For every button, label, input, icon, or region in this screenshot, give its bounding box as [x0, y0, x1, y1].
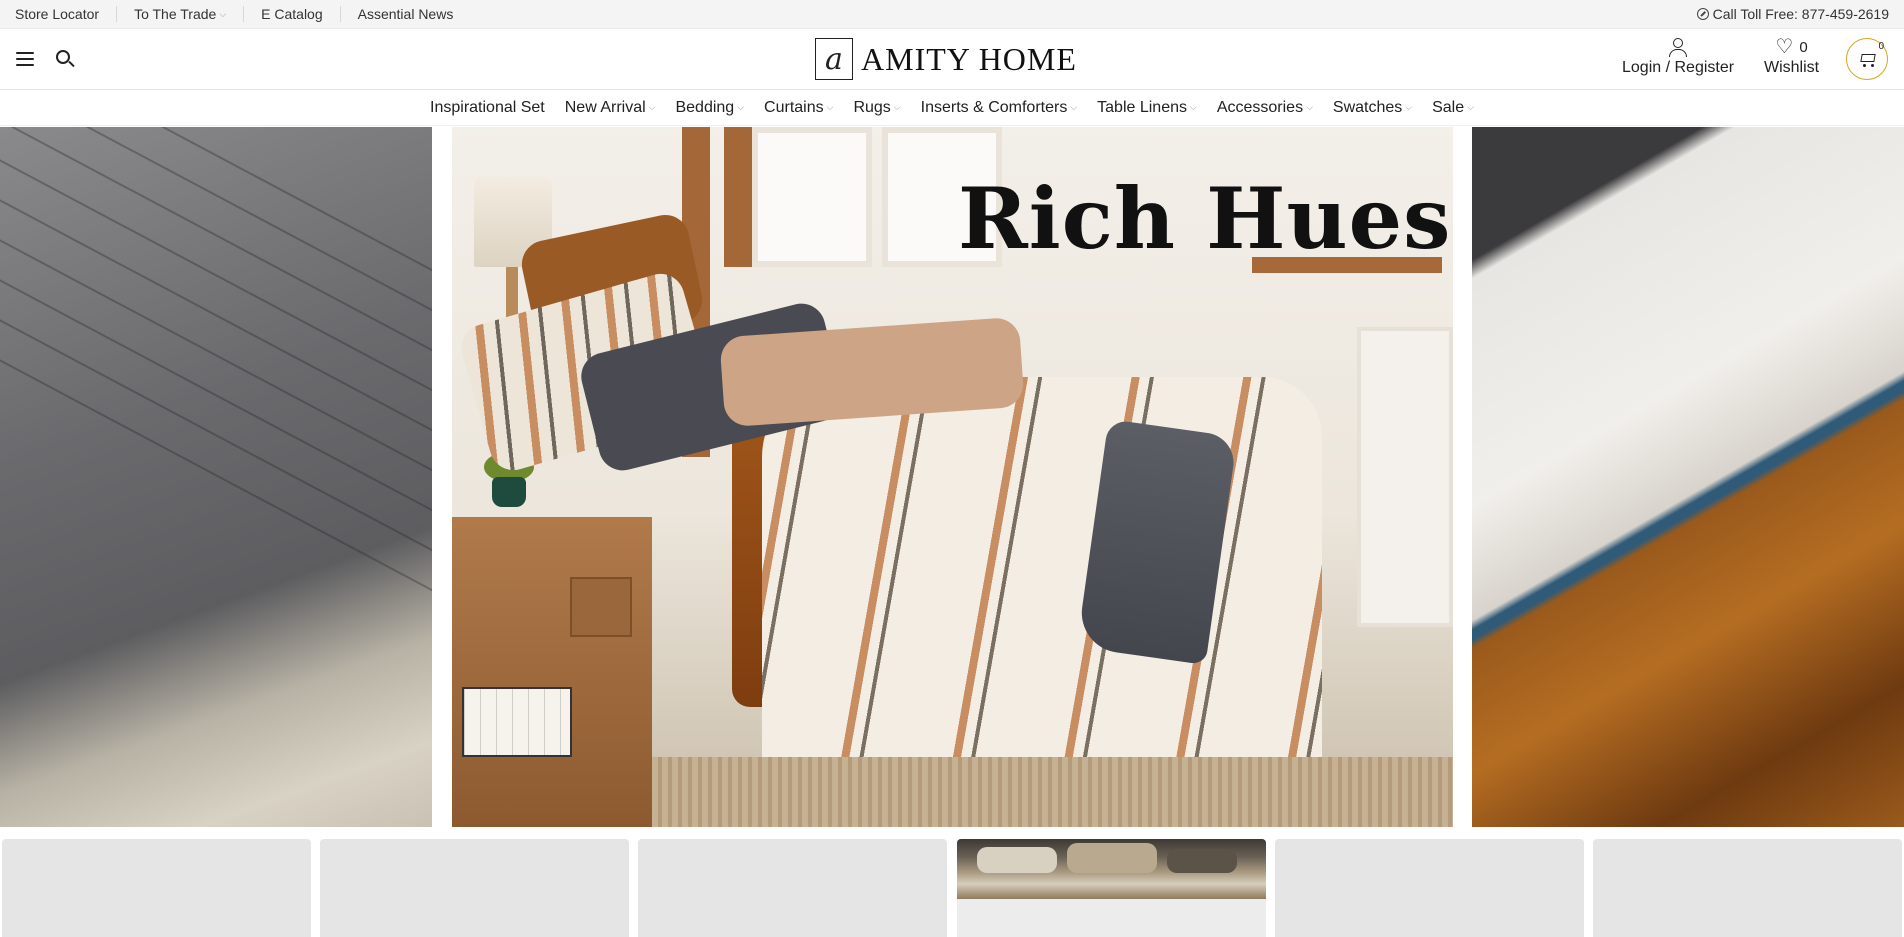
- utility-link-assential-news[interactable]: Assential News: [358, 6, 471, 22]
- utility-link-label: Store Locator: [15, 6, 100, 22]
- logo-mark: a: [815, 38, 853, 80]
- chevron-down-icon: ⌵: [826, 102, 834, 112]
- chevron-down-icon: ⌵: [1190, 102, 1197, 112]
- nav-item-sale[interactable]: Sale ⌵: [1422, 99, 1484, 117]
- nav-item-label: Rugs: [853, 98, 891, 116]
- nightstand: [452, 517, 652, 827]
- area-rug: [652, 757, 1453, 827]
- utility-link-to-the-trade[interactable]: To The Trade ⌵: [134, 6, 245, 22]
- chevron-down-icon: ⌵: [1306, 102, 1313, 112]
- chevron-down-icon: ⌵: [1405, 102, 1413, 112]
- cart-button[interactable]: 0: [1846, 38, 1888, 80]
- category-row: [0, 839, 1904, 937]
- nav-item-accessories[interactable]: Accessories ⌵: [1207, 99, 1323, 117]
- nav-item-label: Bedding: [675, 98, 735, 116]
- utility-link-label: To The Trade: [134, 6, 217, 22]
- chevron-down-icon: ⌵: [893, 102, 901, 112]
- wishlist-link[interactable]: ♡ 0 Wishlist: [1764, 37, 1819, 77]
- logo-text: AMITY HOME: [861, 40, 1077, 77]
- phone-icon: [1696, 8, 1709, 20]
- toll-free-text: Call Toll Free: 877-459-2619: [1712, 6, 1889, 22]
- hero-slide-previous[interactable]: [0, 127, 432, 827]
- bed-post: [724, 127, 752, 267]
- heart-icon: ♡: [1775, 36, 1794, 58]
- hero-headline: Rich Hues: [958, 169, 1452, 268]
- utility-links: Store Locator To The Trade ⌵ E Catalog As…: [15, 6, 487, 22]
- cart-count: 0: [1878, 41, 1884, 52]
- nav-item-inspirational-set[interactable]: Inspirational Set: [420, 99, 555, 117]
- chevron-down-icon: ⌵: [1070, 102, 1078, 112]
- menu-icon[interactable]: [16, 52, 34, 66]
- toll-free-phone[interactable]: Call Toll Free: 877-459-2619: [1696, 6, 1889, 22]
- plant-pot: [492, 477, 526, 507]
- utility-link-label: E Catalog: [261, 6, 323, 22]
- site-header: a AMITY HOME Login / Register ♡ 0 Wishli…: [0, 29, 1904, 90]
- category-card[interactable]: [1593, 839, 1902, 937]
- nav-item-label: New Arrival: [564, 98, 646, 116]
- site-logo[interactable]: a AMITY HOME: [815, 38, 1077, 80]
- utility-link-e-catalog[interactable]: E Catalog: [261, 6, 341, 22]
- nav-item-table-linens[interactable]: Table Linens ⌵: [1087, 99, 1207, 117]
- hero-slide-next[interactable]: [1472, 127, 1904, 827]
- nav-item-label: Accessories: [1216, 98, 1304, 116]
- wire-basket: [462, 687, 572, 757]
- chevron-down-icon: ⌵: [648, 102, 656, 112]
- fireplace: [1357, 327, 1453, 627]
- nav-item-label: Curtains: [764, 98, 824, 116]
- nav-item-label: Table Linens: [1097, 98, 1187, 116]
- account-login-register[interactable]: Login / Register: [1622, 37, 1734, 77]
- nightstand-drawer: [570, 577, 632, 637]
- account-label: Login / Register: [1622, 59, 1735, 76]
- nav-item-label: Inserts & Comforters: [920, 98, 1068, 116]
- window: [752, 127, 872, 267]
- category-card[interactable]: [1275, 839, 1584, 937]
- nav-item-curtains[interactable]: Curtains ⌵: [754, 99, 843, 117]
- user-icon: [1669, 37, 1688, 57]
- nav-item-label: Inspirational Set: [430, 98, 545, 116]
- category-card-image: [957, 839, 1266, 899]
- nav-item-new-arrival[interactable]: New Arrival ⌵: [555, 99, 666, 117]
- nav-item-label: Swatches: [1332, 98, 1403, 116]
- striped-duvet: [762, 377, 1322, 797]
- utility-bar: Store Locator To The Trade ⌵ E Catalog As…: [0, 0, 1904, 29]
- nav-item-rugs[interactable]: Rugs ⌵: [843, 99, 910, 117]
- nav-item-bedding[interactable]: Bedding ⌵: [665, 99, 754, 117]
- chevron-down-icon: ⌵: [219, 9, 227, 19]
- wishlist-label: Wishlist: [1764, 59, 1820, 76]
- chevron-down-icon: ⌵: [737, 102, 745, 112]
- nav-item-inserts-comforters[interactable]: Inserts & Comforters ⌵: [911, 99, 1088, 117]
- cart-icon: [1858, 52, 1876, 67]
- hero-carousel[interactable]: Rich Hues: [0, 127, 1904, 827]
- wishlist-count: 0: [1799, 38, 1808, 56]
- utility-link-label: Assential News: [357, 6, 454, 22]
- category-card[interactable]: [638, 839, 947, 937]
- utility-link-store-locator[interactable]: Store Locator: [15, 6, 118, 22]
- main-nav: Inspirational Set New Arrival ⌵ Bedding ⌵ …: [0, 90, 1904, 126]
- nav-item-swatches[interactable]: Swatches ⌵: [1323, 99, 1422, 117]
- search-icon[interactable]: [55, 49, 75, 69]
- category-card[interactable]: [320, 839, 629, 937]
- nav-item-label: Sale: [1432, 98, 1465, 116]
- category-card[interactable]: [957, 839, 1266, 937]
- category-card[interactable]: [2, 839, 311, 937]
- chevron-down-icon: ⌵: [1467, 102, 1474, 112]
